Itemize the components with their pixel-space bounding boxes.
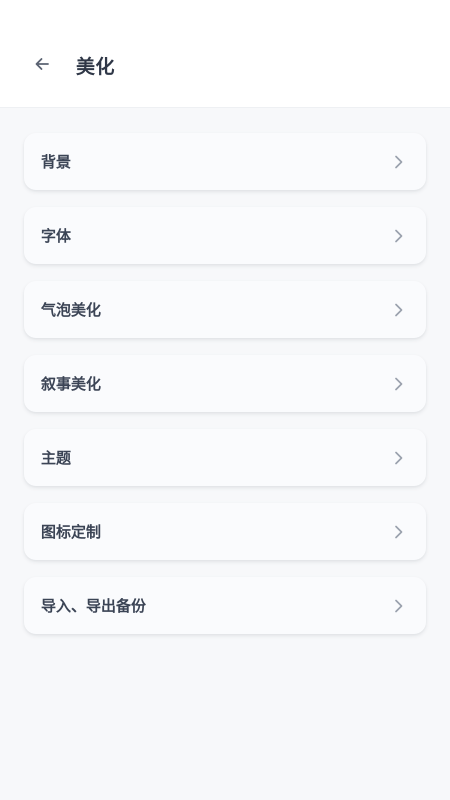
menu-item-label: 气泡美化 — [41, 300, 102, 319]
menu-item-label: 主题 — [41, 448, 72, 467]
menu-item-label: 背景 — [41, 152, 72, 171]
chevron-right-icon — [394, 302, 404, 318]
page-title: 美化 — [76, 56, 116, 78]
menu-item-label: 图标定制 — [41, 522, 102, 541]
chevron-right-icon — [394, 598, 404, 614]
chevron-right-icon — [394, 376, 404, 392]
menu-item-bubble-style[interactable]: 气泡美化 — [24, 281, 426, 338]
menu-item-icon-customization[interactable]: 图标定制 — [24, 503, 426, 560]
back-button[interactable] — [28, 54, 56, 78]
menu-item-label: 导入、导出备份 — [41, 596, 147, 615]
chevron-right-icon — [394, 524, 404, 540]
chevron-right-icon — [394, 154, 404, 170]
chevron-right-icon — [394, 228, 404, 244]
app-screen: 美化 背景 字体 气泡美化 叙事美化 主题 图标定制 导入、导出备份 — [0, 0, 450, 800]
menu-item-import-export-backup[interactable]: 导入、导出备份 — [24, 577, 426, 634]
menu-item-narrative-style[interactable]: 叙事美化 — [24, 355, 426, 412]
arrow-left-icon — [33, 55, 51, 77]
top-header: 美化 — [0, 0, 450, 108]
menu-item-label: 叙事美化 — [41, 374, 102, 393]
menu-item-theme[interactable]: 主题 — [24, 429, 426, 486]
chevron-right-icon — [394, 450, 404, 466]
menu-item-background[interactable]: 背景 — [24, 133, 426, 190]
settings-menu-list: 背景 字体 气泡美化 叙事美化 主题 图标定制 导入、导出备份 — [24, 133, 426, 651]
menu-item-label: 字体 — [41, 226, 72, 245]
menu-item-font[interactable]: 字体 — [24, 207, 426, 264]
